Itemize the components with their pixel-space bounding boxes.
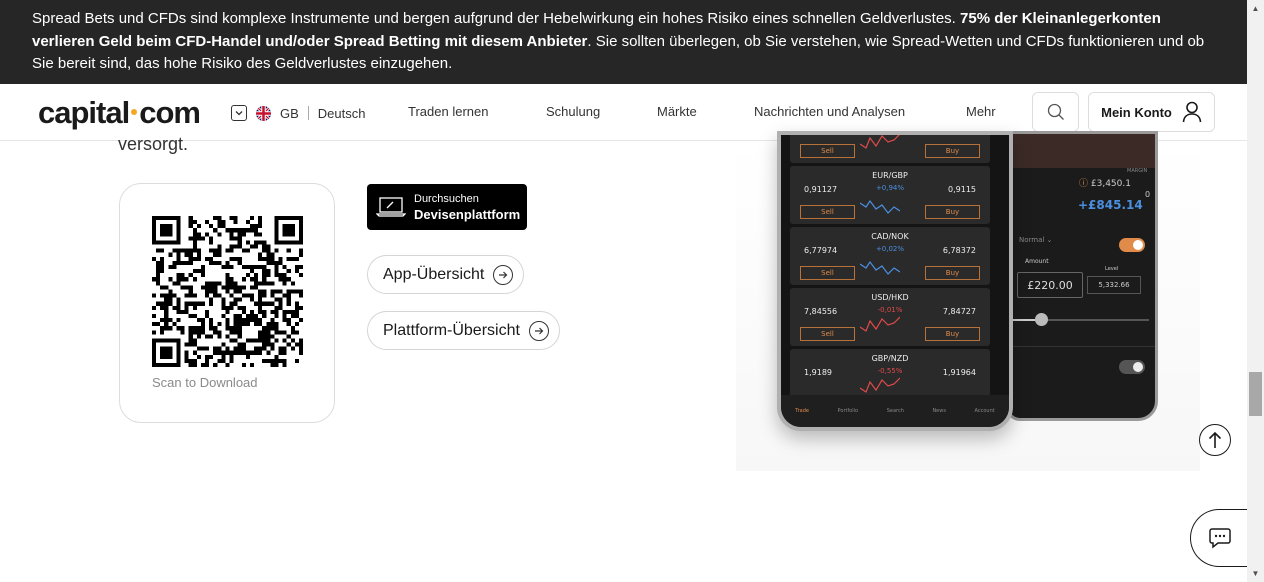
toggle-off: [1119, 360, 1145, 374]
market-symbol: CAD/NOK: [871, 232, 909, 241]
order-mode: Normal ⌄: [1019, 236, 1053, 244]
arrow-right-icon: [528, 320, 549, 341]
sell-button: Sell: [800, 205, 855, 219]
sparkline: [860, 199, 900, 214]
risk-warning-banner: Spread Bets und CFDs sind komplexe Instr…: [0, 0, 1247, 84]
search-icon: [1047, 103, 1064, 120]
region-code: GB: [280, 105, 299, 121]
phone-back-header: [1009, 134, 1155, 168]
sparkline: [860, 135, 900, 149]
page: Spread Bets und CFDs sind komplexe Instr…: [0, 0, 1264, 582]
market-row: Sell Buy: [790, 135, 990, 163]
logo-text-right: com: [139, 95, 201, 130]
logo-text-left: capital: [38, 95, 130, 130]
sell-button: Sell: [800, 266, 855, 280]
app-phones-image: MARGIN ⓘ £3,450.1 0 +£845.14 Normal ⌄ Am…: [736, 131, 1200, 471]
qr-caption: Scan to Download: [152, 375, 258, 390]
account-label: Mein Konto: [1101, 104, 1172, 120]
my-account-button[interactable]: Mein Konto: [1088, 92, 1215, 132]
market-ask: 1,91964: [942, 368, 976, 377]
market-ask: 7,84727: [942, 307, 976, 316]
market-bid: 6,77974: [804, 246, 838, 255]
market-bid: 0,91127: [804, 185, 838, 194]
capital-com-logo[interactable]: capital com: [38, 95, 201, 131]
buy-button: Buy: [925, 327, 980, 341]
language-divider: [307, 106, 309, 120]
user-icon: [1182, 101, 1202, 123]
sparkline: [860, 260, 900, 275]
app-tab: Search: [886, 408, 904, 414]
app-tab: Portfolio: [837, 408, 859, 414]
market-ask: 0,9115: [948, 185, 976, 194]
buy-button: Buy: [925, 205, 980, 219]
buy-button: Buy: [925, 144, 980, 158]
phone-front: Sell Buy EUR/GBP +0,94% 0,91127 0,9115 Sell Buy…: [777, 131, 1013, 431]
zero-value: 0: [1145, 190, 1151, 199]
buy-button: Buy: [925, 266, 980, 280]
market-symbol: GBP/NZD: [871, 354, 909, 363]
search-button[interactable]: [1032, 92, 1079, 132]
scroll-up-arrow[interactable]: ▲: [1247, 0, 1264, 17]
platform-overview-button[interactable]: Plattform-Übersicht: [367, 311, 560, 350]
market-ask: 6,78372: [942, 246, 976, 255]
market-row: USD/HKD -0,01% 7,84556 7,84727 Sell Buy: [790, 288, 990, 346]
level-label: Level: [1105, 266, 1119, 272]
back-to-top-button[interactable]: [1199, 424, 1231, 456]
chevron-down-icon[interactable]: [231, 105, 247, 121]
laptop-icon: [376, 197, 406, 217]
qr-download-card: Scan to Download: [119, 183, 335, 423]
amount-field: £220.00: [1017, 272, 1083, 298]
chat-icon: [1209, 528, 1231, 549]
phone-back: MARGIN ⓘ £3,450.1 0 +£845.14 Normal ⌄ Am…: [1006, 131, 1158, 421]
risk-warning-text: Spread Bets und CFDs sind komplexe Instr…: [32, 10, 961, 27]
margin-value: ⓘ £3,450.1: [1079, 179, 1131, 189]
slider-knob: [1035, 313, 1048, 326]
amount-label: Amount: [1025, 258, 1049, 265]
arrow-right-icon: [493, 264, 514, 285]
app-tab: Account: [974, 408, 995, 414]
sparkline: [860, 316, 900, 332]
toggle-on: [1119, 238, 1145, 252]
sell-button: Sell: [800, 327, 855, 341]
intro-text-tail: versorgt.: [118, 134, 189, 154]
market-symbol: USD/HKD: [871, 293, 909, 302]
app-tab-bar: Trade Portfolio Search News Account: [781, 395, 1009, 427]
app-overview-label: App-Übersicht: [383, 265, 485, 283]
app-tab: News: [932, 408, 946, 414]
pnl-value: +£845.14: [1078, 198, 1143, 212]
market-bid: 1,9189: [804, 368, 832, 377]
market-symbol: EUR/GBP: [872, 171, 908, 180]
platform-overview-label: Plattform-Übersicht: [383, 321, 520, 339]
nav-schulung[interactable]: Schulung: [546, 104, 600, 119]
margin-label: MARGIN: [1127, 168, 1148, 174]
arrow-up-icon: [1208, 431, 1222, 448]
nav-nachrichten-und-analysen[interactable]: Nachrichten und Analysen: [754, 104, 905, 119]
market-bid: 7,84556: [804, 307, 838, 316]
uk-flag-icon: [256, 105, 271, 121]
language-selector[interactable]: GB Deutsch: [231, 104, 366, 122]
market-row: CAD/NOK +0,02% 6,77974 6,78372 Sell Buy: [790, 227, 990, 285]
sell-button: Sell: [800, 144, 855, 158]
market-row: EUR/GBP +0,94% 0,91127 0,9115 Sell Buy: [790, 166, 990, 224]
qr-code: [152, 216, 303, 367]
nav-maerkte[interactable]: Märkte: [657, 104, 697, 119]
browse-forex-platform-button[interactable]: Durchsuchen Devisenplattform: [367, 184, 527, 230]
scroll-down-arrow[interactable]: ▼: [1247, 565, 1264, 582]
nav-mehr[interactable]: Mehr: [966, 104, 996, 119]
app-overview-button[interactable]: App-Übersicht: [367, 255, 525, 294]
logo-dot: [131, 108, 138, 115]
platform-button-label: Devisenplattform: [414, 207, 521, 222]
app-tab: Trade: [795, 408, 809, 414]
divider: [1009, 346, 1155, 347]
platform-button-small: Durchsuchen: [414, 193, 479, 205]
level-field: 5,332.66: [1087, 276, 1141, 294]
language-label: Deutsch: [317, 105, 366, 121]
nav-traden-lernen[interactable]: Traden lernen: [408, 104, 488, 119]
page-scrollbar[interactable]: ▲ ▼: [1247, 0, 1264, 582]
scroll-thumb[interactable]: [1249, 372, 1262, 416]
